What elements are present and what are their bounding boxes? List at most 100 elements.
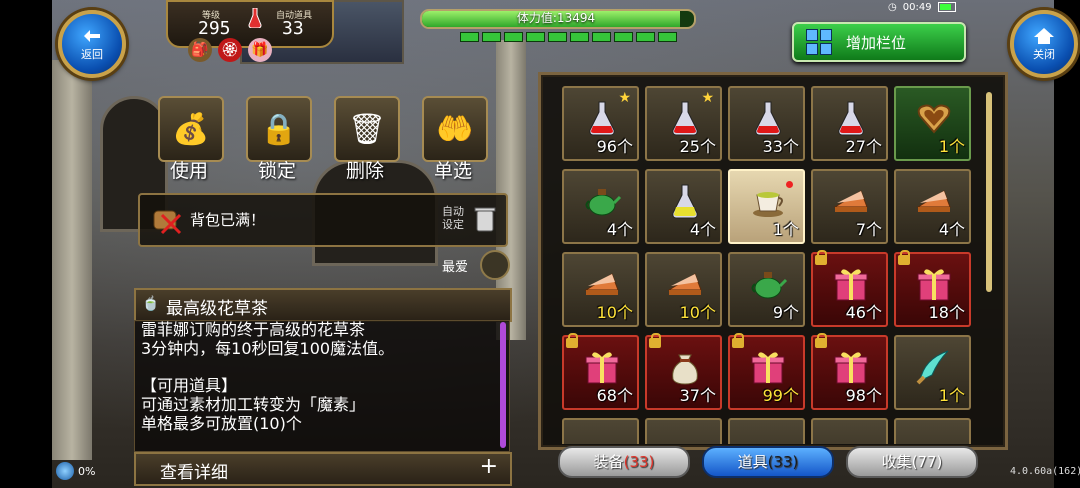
inventory-slot[interactable]: 37个 [645,333,722,410]
network-label: 0% [78,464,96,478]
stamina-segments [460,32,677,42]
description-line [135,359,509,378]
description-line: 单格最多可放置(10)个 [141,413,302,433]
yellow-potion-icon [665,181,705,221]
inventory-slot[interactable]: 98个 [811,333,888,410]
item-count: 68个 [596,386,633,405]
tea-cup-icon: 🍵 [142,296,160,312]
description-scrollbar[interactable] [500,322,506,448]
star-icon: ★ [618,90,631,106]
inventory-slot[interactable]: 1个 [728,169,805,244]
lock-icon: 🔒 [260,111,298,147]
inventory-slot[interactable]: 4个 [562,169,639,244]
pie-icon [665,264,705,304]
pie-icon [582,264,622,304]
inventory-slot[interactable]: 7个 [811,169,888,244]
lock-icon [649,333,661,348]
lock-label: 锁定 [257,160,296,182]
gift-box-icon [914,264,954,304]
close-button[interactable]: 关闭 [1010,10,1078,78]
lock-icon [815,250,827,265]
inventory-slot[interactable]: 1个 [894,86,971,161]
lock-icon [815,333,827,348]
inventory-slot[interactable]: ★ 96个 [562,86,639,161]
item-count: 4个 [606,220,633,239]
add-slot-button[interactable]: 增加栏位 [792,22,966,62]
item-count: 1个 [772,220,799,239]
inventory-slot[interactable]: 99个 [728,333,805,410]
tab-items[interactable]: 道具(33) [702,446,834,478]
backpack-full-icon [153,210,182,235]
inventory-slot[interactable]: 4个 [645,169,722,244]
inventory-slot[interactable]: 9个 [728,252,805,327]
description-line: 可通过素材加工转变为「魔素」 [141,395,366,415]
clock-icon: ◷ [888,1,897,13]
lock-button[interactable]: 🔒 [246,96,312,162]
inventory-slot[interactable]: 46个 [811,250,888,327]
inventory-slot[interactable]: 33个 [728,86,805,161]
gift-box-icon [748,347,788,387]
clock-time: 00:49 [902,1,932,13]
inventory-slot[interactable] [728,418,805,444]
pie-icon [914,181,954,221]
back-label: 返回 [81,48,103,61]
network-icon [56,462,74,480]
gift-box-icon [831,347,871,387]
delete-label: 删除 [345,160,384,182]
inventory-slot[interactable]: 68个 [562,333,639,410]
gift-box-icon [831,264,871,304]
tab-collection[interactable]: 收集(77) [846,446,978,478]
view-details-button[interactable]: 查看详细 + [134,452,512,486]
item-description: 雷菲娜订购的终于高级的花草茶 3分钟内，每10秒回复100魔法值。 【可用道具】… [134,320,510,452]
backpack-badge-icon[interactable]: 🎒 [188,38,212,62]
stamina-text: 体力值:13494 [516,11,596,25]
inventory-slot[interactable] [562,418,639,444]
inventory-slot[interactable]: 10个 [645,252,722,327]
auto-item-value: 33 [282,18,304,39]
close-label: 关闭 [1033,48,1055,61]
stamina-meter: 体力值:13494 [414,6,698,44]
inventory-slot[interactable]: ★ 25个 [645,86,722,161]
bag-full-notice: 背包已满！ 自动 设定 [138,193,508,247]
use-button[interactable]: 💰 [158,96,224,162]
medal-badge-icon[interactable]: 🏵 [218,38,242,62]
item-count: 27个 [845,137,882,156]
expand-icon: + [479,454,498,479]
description-line: 雷菲娜订购的终于高级的花草茶 [141,320,366,339]
red-potion-icon [582,98,622,138]
inventory-slot[interactable] [811,418,888,444]
item-count: 18个 [928,303,965,322]
tab-equipment[interactable]: 装备(33) [558,446,690,478]
inventory-slot[interactable]: 4个 [894,169,971,244]
gift-badge-icon[interactable]: 🎁 [248,38,272,62]
home-icon [1034,28,1054,44]
inventory-slot[interactable]: 18个 [894,250,971,327]
inventory-slot[interactable] [645,418,722,444]
network-indicator: 0% [56,462,95,480]
back-button[interactable]: 返回 [58,10,126,78]
delete-button[interactable]: 🗑 [334,96,400,162]
description-line: 【可用道具】 [141,376,238,396]
inventory-slot[interactable] [894,418,971,444]
favorite-label: 最爱 [442,260,469,275]
inventory-scrollbar[interactable] [986,92,992,292]
inventory-grid: ★ 96个 ★ 25个 33个 27个 1个 4个 4个 1个 7个 4个 10个 10个 9个 46个 18个… [562,86,982,444]
heart-cookie-icon [914,98,954,138]
inventory-slot[interactable]: 27个 [811,86,888,161]
back-arrow-icon [84,30,100,42]
inventory-slot[interactable]: 1个 [894,335,971,410]
auto-setting-label: 自动 设定 [442,205,464,231]
auto-delete-trash-icon[interactable] [474,205,496,233]
item-count: 98个 [845,386,882,405]
add-slot-label: 增加栏位 [846,33,907,52]
favorite-toggle[interactable] [480,250,510,280]
inventory-slot[interactable]: 10个 [562,252,639,327]
item-count: 25个 [679,137,716,156]
red-potion-icon [748,98,788,138]
inventory-grid-icon [806,29,832,55]
item-count: 4个 [689,220,716,239]
lock-icon [898,250,910,265]
system-status: ◷ 00:49 [888,0,998,14]
red-potion-icon [665,98,705,138]
single-select-button[interactable]: 🤲 [422,96,488,162]
